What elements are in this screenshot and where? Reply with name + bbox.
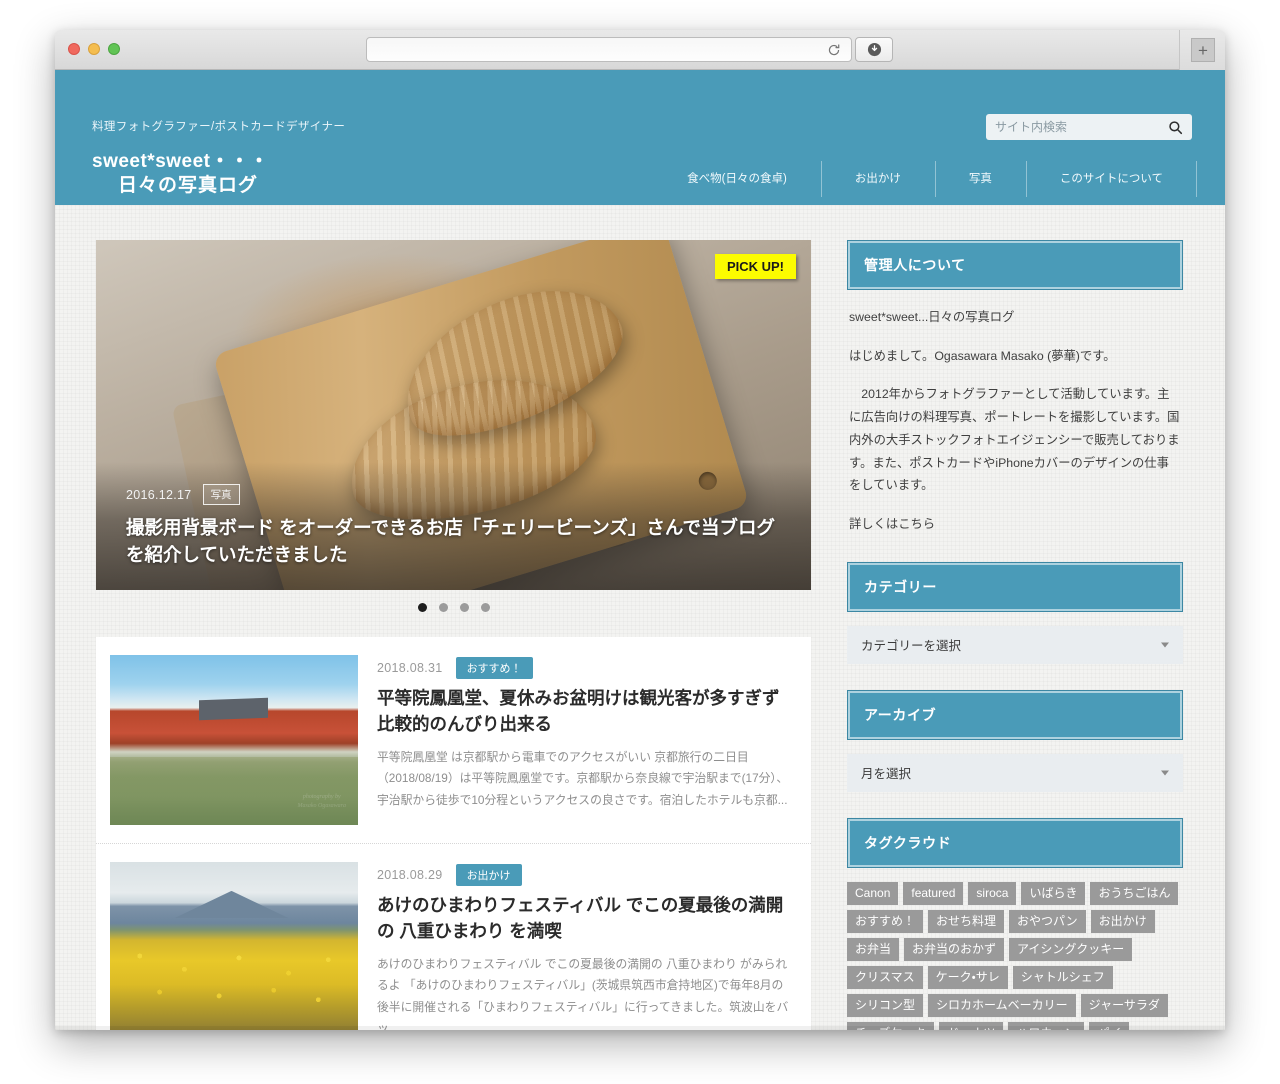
- pickup-badge: PICK UP!: [714, 254, 796, 279]
- site-search[interactable]: [986, 114, 1192, 140]
- category-select-value: カテゴリーを選択: [861, 639, 962, 654]
- category-select[interactable]: カテゴリーを選択: [847, 625, 1183, 664]
- browser-window: + 料理フォトグラファー/ポストカードデザイナー sweet*sweet・・・ …: [55, 30, 1225, 1030]
- hero-title[interactable]: 撮影用背景ボード をオーダーできるお店「チェリービーンズ」さんで当ブログを紹介し…: [126, 514, 783, 568]
- slider-dot-3[interactable]: [459, 603, 469, 612]
- tag-item[interactable]: おすすめ！: [847, 909, 924, 933]
- browser-titlebar: +: [55, 30, 1225, 70]
- tag-item[interactable]: おやつパン: [1009, 909, 1086, 933]
- article-meta: 2018.08.31 おすすめ！: [377, 657, 795, 679]
- main-content: PICK UP! 2016.12.17 写真 撮影用背景ボード をオーダーできる…: [96, 240, 811, 1030]
- address-bar-wrapper: [366, 37, 852, 62]
- slider-dot-2[interactable]: [438, 603, 448, 612]
- tag-item[interactable]: siroca: [968, 881, 1017, 905]
- nav-item-photo[interactable]: 写真: [934, 153, 1026, 205]
- tag-item[interactable]: シロカホームベーカリー: [928, 993, 1076, 1017]
- article-list-item[interactable]: photography by Masako Ogasawara 2018.08.3…: [96, 637, 811, 844]
- address-bar[interactable]: [366, 37, 852, 62]
- slider-pagination: [96, 590, 811, 625]
- tag-cloud-list: Canon featured siroca いばらき おうちごはん おすすめ！ おせち料理お…: [847, 881, 1183, 1030]
- article-title[interactable]: あけのひまわりフェスティバル でこの夏最後の満開の 八重ひまわり を満喫: [377, 893, 795, 945]
- hero-category-badge[interactable]: 写真: [202, 484, 240, 505]
- hero-date: 2016.12.17: [126, 487, 192, 502]
- article-thumbnail[interactable]: photography by Masako Ogasawara: [110, 655, 358, 825]
- nav-item-about-site[interactable]: このサイトについて: [1025, 153, 1198, 205]
- search-input[interactable]: [995, 120, 1168, 134]
- tag-item[interactable]: シャトルシェフ: [1012, 965, 1113, 989]
- download-button[interactable]: [855, 37, 893, 62]
- minimize-window-button[interactable]: [88, 43, 100, 55]
- tag-item[interactable]: おうちごはん: [1090, 881, 1179, 905]
- widget-body-about: sweet*sweet...日々の写真ログ はじめまして。Ogasawara M…: [847, 290, 1183, 536]
- search-icon[interactable]: [1168, 120, 1183, 135]
- new-tab-button[interactable]: +: [1191, 38, 1215, 62]
- site-title[interactable]: sweet*sweet・・・ 日々の写真ログ: [92, 150, 269, 199]
- site-header: 料理フォトグラファー/ポストカードデザイナー sweet*sweet・・・ 日々…: [55, 70, 1225, 205]
- widget-category: カテゴリー カテゴリーを選択: [847, 561, 1183, 664]
- tag-item[interactable]: クリスマス: [847, 965, 923, 989]
- chevron-down-icon: [1161, 642, 1169, 648]
- article-list: photography by Masako Ogasawara 2018.08.3…: [96, 637, 811, 1030]
- tag-item[interactable]: Canon: [847, 881, 899, 905]
- nav-item-outing[interactable]: お出かけ: [820, 153, 935, 205]
- chevron-down-icon: [1161, 770, 1169, 776]
- site-title-line-1: sweet*sweet・・・: [92, 151, 270, 172]
- article-list-item[interactable]: 2018.08.29 お出かけ あけのひまわりフェスティバル でこの夏最後の満開…: [96, 844, 811, 1030]
- tag-item[interactable]: ジャーサラダ: [1080, 993, 1168, 1017]
- widget-archive: アーカイブ 月を選択: [847, 689, 1183, 792]
- sidebar: 管理人について sweet*sweet...日々の写真ログ はじめまして。Oga…: [847, 240, 1183, 1030]
- photo-watermark: photography by Masako Ogasawara: [297, 794, 346, 809]
- page-body: PICK UP! 2016.12.17 写真 撮影用背景ボード をオーダーできる…: [55, 205, 1225, 1030]
- article-date: 2018.08.31: [377, 661, 443, 675]
- main-navigation: 食べ物(日々の食卓) お出かけ 写真 このサイトについて: [653, 153, 1198, 205]
- article-excerpt: あけのひまわりフェスティバル でこの夏最後の満開の 八重ひまわり がみられるよ …: [377, 956, 789, 1030]
- viewport-bottom-shade: [55, 1026, 1225, 1030]
- maximize-window-button[interactable]: [108, 43, 120, 55]
- reload-icon[interactable]: [825, 41, 843, 59]
- slider-dot-1[interactable]: [417, 603, 427, 612]
- article-title[interactable]: 平等院鳳凰堂、夏休みお盆明けは観光客が多すぎず比較的のんびり出来る: [377, 686, 795, 738]
- tag-item[interactable]: ケーク・サレ: [927, 965, 1008, 989]
- about-paragraph: 2012年からフォトグラファーとして活動しています。主に広告向けの料理写真、ポー…: [849, 387, 1180, 493]
- archive-select[interactable]: 月を選択: [847, 753, 1183, 792]
- hero-caption: 2016.12.17 写真 撮影用背景ボード をオーダーできるお店「チェリービー…: [96, 462, 811, 590]
- widget-title-archive: アーカイブ: [847, 689, 1183, 740]
- tag-item[interactable]: お弁当: [847, 937, 900, 961]
- tag-item[interactable]: お出かけ: [1090, 909, 1155, 933]
- site-tagline: 料理フォトグラファー/ポストカードデザイナー: [92, 121, 346, 133]
- widget-title-tagcloud: タグクラウド: [847, 817, 1183, 868]
- article-thumbnail[interactable]: [110, 862, 358, 1030]
- hero-meta: 2016.12.17 写真: [126, 484, 783, 505]
- article-body: 2018.08.29 お出かけ あけのひまわりフェスティバル でこの夏最後の満開…: [377, 862, 795, 1030]
- tag-item[interactable]: featured: [903, 881, 964, 905]
- site-title-line-2: 日々の写真ログ: [118, 175, 259, 197]
- download-icon: [867, 42, 881, 57]
- about-site-name: sweet*sweet...日々の写真ログ: [849, 310, 1015, 324]
- widget-about: 管理人について sweet*sweet...日々の写真ログ はじめまして。Oga…: [847, 240, 1183, 536]
- tag-item[interactable]: アイシングクッキー: [1009, 937, 1133, 961]
- article-body: 2018.08.31 おすすめ！ 平等院鳳凰堂、夏休みお盆明けは観光客が多すぎず…: [377, 655, 795, 825]
- archive-select-value: 月を選択: [861, 767, 912, 782]
- slider-dot-4[interactable]: [480, 603, 490, 612]
- article-meta: 2018.08.29 お出かけ: [377, 864, 795, 886]
- article-date: 2018.08.29: [377, 868, 443, 882]
- widget-title-about: 管理人について: [847, 240, 1183, 290]
- tag-item[interactable]: いばらき: [1021, 881, 1086, 905]
- article-category-badge[interactable]: お出かけ: [455, 864, 522, 886]
- article-category-badge[interactable]: おすすめ！: [455, 657, 533, 679]
- close-window-button[interactable]: [68, 43, 80, 55]
- page-viewport: 料理フォトグラファー/ポストカードデザイナー sweet*sweet・・・ 日々…: [55, 70, 1225, 1030]
- desktop-backdrop: + 料理フォトグラファー/ポストカードデザイナー sweet*sweet・・・ …: [0, 0, 1280, 1084]
- tag-item[interactable]: おせち料理: [928, 909, 1005, 933]
- widget-tagcloud: タグクラウド Canon featured siroca いばらき おうちごはんおすすめ…: [847, 817, 1183, 1030]
- tag-item[interactable]: シリコン型: [847, 993, 924, 1017]
- nav-item-food[interactable]: 食べ物(日々の食卓): [653, 153, 821, 205]
- window-controls: [68, 43, 120, 55]
- about-greeting: はじめまして。Ogasawara Masako (夢華)です。: [849, 348, 1116, 363]
- tag-item[interactable]: お弁当のおかず: [904, 937, 1005, 961]
- about-more-link[interactable]: 詳しくはこちら: [849, 513, 1181, 536]
- article-excerpt: 平等院鳳凰堂 は京都駅から電車でのアクセスがいい 京都旅行の二日目（2018/0…: [377, 749, 789, 807]
- hero-slider[interactable]: PICK UP! 2016.12.17 写真 撮影用背景ボード をオーダーできる…: [96, 240, 811, 590]
- widget-title-category: カテゴリー: [847, 561, 1183, 612]
